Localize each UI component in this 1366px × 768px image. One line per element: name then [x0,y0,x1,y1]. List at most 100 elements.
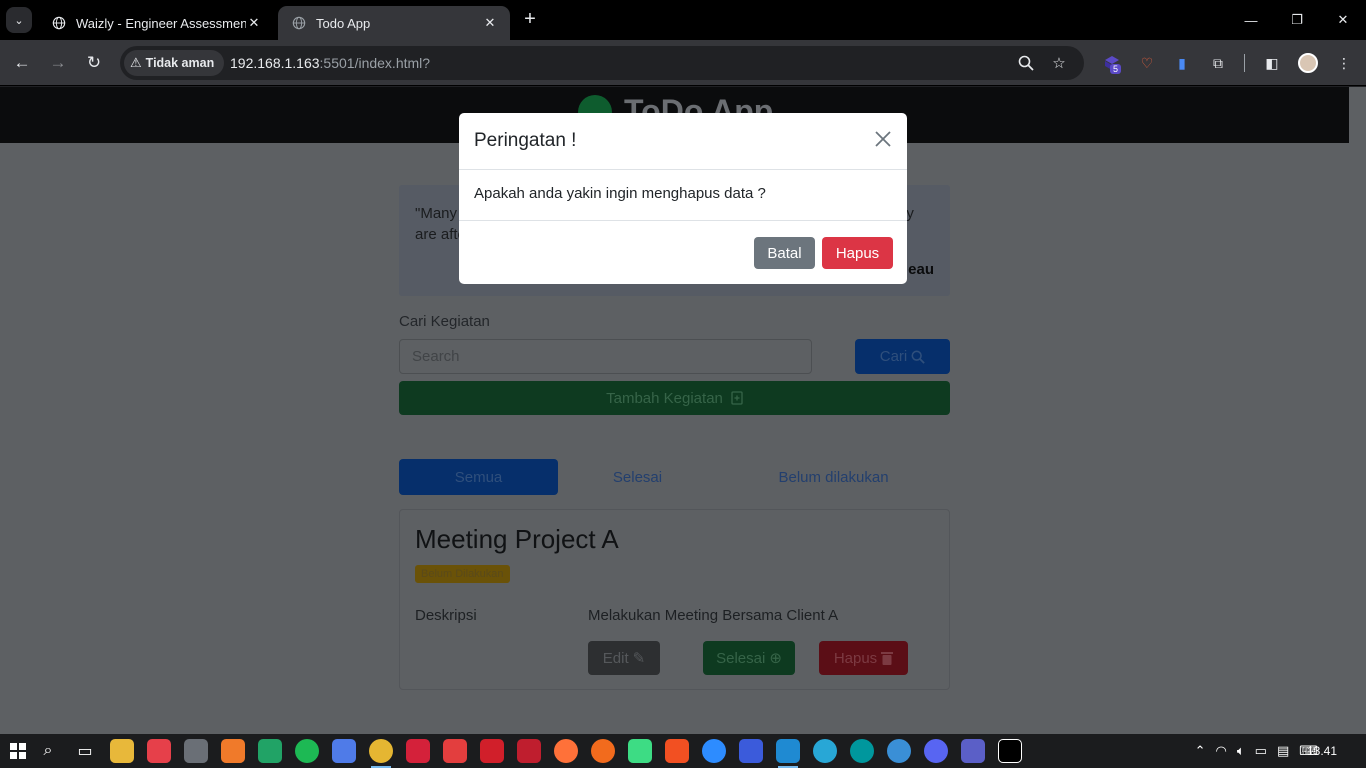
confirm-delete-button[interactable]: Hapus [822,237,893,269]
extension-badge: 5 [1110,64,1122,74]
app-icon[interactable] [591,739,615,763]
battery-icon[interactable]: ▭ [1255,743,1267,759]
app-icon[interactable] [147,739,171,763]
clipboard-extension-icon[interactable]: ▮ [1172,53,1192,73]
zoom-icon[interactable] [702,739,726,763]
file-plus-icon [731,391,743,405]
wifi-icon[interactable]: ◠ [1215,743,1226,759]
close-icon[interactable]: ✕ [482,15,498,31]
app-icon[interactable] [665,739,689,763]
vscode-icon[interactable] [776,739,800,768]
quote-author: eau [908,261,934,278]
todo-card: Meeting Project A Belum Dilakukan Deskri… [399,509,950,690]
filter-tabs: Semua Selesai Belum dilakukan [399,459,950,495]
file-explorer-icon[interactable] [110,739,134,763]
done-label: Selesai [716,649,766,667]
chat-icon[interactable]: ▤ [1277,743,1289,759]
heart-extension-icon[interactable]: ♡ [1137,53,1157,73]
teams-icon[interactable] [961,739,985,763]
arduino-icon[interactable] [850,739,874,763]
bookmark-star-icon[interactable]: ☆ [1050,54,1068,72]
window-close-icon[interactable]: ✕ [1320,0,1366,40]
confirm-delete-modal: Peringatan ! Apakah anda yakin ingin men… [459,113,907,284]
add-activity-button[interactable]: Tambah Kegiatan [399,381,950,415]
todo-title: Meeting Project A [415,524,619,554]
search-icon[interactable]: ⌕ [36,739,60,763]
app-icon[interactable] [184,739,208,763]
url-rest: :5501/index.html? [319,55,431,71]
android-studio-icon[interactable] [628,739,652,763]
app-icon[interactable] [443,739,467,763]
description-value: Melakukan Meeting Bersama Client A [588,607,839,624]
tab-search-chevron-icon[interactable]: ⌄ [6,7,32,33]
back-arrow-icon[interactable]: ← [10,51,34,75]
forward-arrow-icon[interactable]: → [46,51,70,75]
volume-icon[interactable]: 🔈︎ [1237,743,1245,759]
windows-start-icon[interactable] [10,743,26,759]
plus-circle-icon: ⊕ [769,650,782,667]
restore-icon[interactable]: ❐ [1274,0,1320,40]
tab-title: Waizly - Engineer Assessment [76,15,246,31]
spotify-icon[interactable] [295,739,319,763]
discord-icon[interactable] [924,739,948,763]
kebab-menu-icon[interactable]: ⋮ [1334,53,1354,73]
page-scrollbar[interactable] [1349,87,1366,734]
tab-belum-dilakukan[interactable]: Belum dilakukan [717,459,950,495]
intellij-icon[interactable] [998,739,1022,763]
cancel-button[interactable]: Batal [754,237,815,269]
modal-footer: Batal Hapus [459,220,907,284]
description-label: Deskripsi [415,607,477,624]
side-panel-icon[interactable]: ◧ [1262,53,1282,73]
app-icon[interactable] [739,739,763,763]
modal-body: Apakah anda yakin ingin menghapus data ? [474,185,766,202]
chevron-up-icon[interactable]: ⌃ [1195,743,1206,759]
filezilla-icon[interactable] [517,739,541,763]
browser-tab-bar: ⌄ Waizly - Engineer Assessment ✕ Todo Ap… [0,0,1366,40]
spreadsheet-icon[interactable] [258,739,282,763]
app-icon[interactable] [406,739,430,763]
security-label: Tidak aman [145,56,215,70]
app-icon[interactable] [332,739,356,763]
zoom-magnifier-icon[interactable] [1017,54,1035,72]
delete-button[interactable]: Hapus [819,641,908,675]
browser-toolbar: ← → ↻ ⚠ Tidak aman 192.168.1.163:5501/in… [0,40,1366,86]
edit-label: Edit [602,649,629,667]
system-tray: ⌃ ◠ 🔈︎ ▭ ▤ ⌨ [1195,743,1318,759]
tab-semua[interactable]: Semua [399,459,558,495]
clock[interactable]: 13.41 [1307,744,1337,758]
app-icon[interactable] [221,739,245,763]
minimize-icon[interactable]: — [1228,0,1274,40]
tab-todo-app[interactable]: Todo App ✕ [278,6,510,40]
tab-title: Todo App [316,15,371,31]
search-button[interactable]: Cari [855,339,950,374]
search-label: Cari Kegiatan [399,313,490,330]
done-button[interactable]: Selesai ⊕ [703,641,795,675]
url-text[interactable]: 192.168.1.163:5501/index.html? [230,55,430,71]
reload-icon[interactable]: ↻ [82,51,106,75]
url-host: 192.168.1.163 [230,55,320,71]
add-activity-label: Tambah Kegiatan [606,389,723,407]
edit-button[interactable]: Edit ✎ [588,641,660,675]
tab-waizly[interactable]: Waizly - Engineer Assessment ✕ [38,6,274,40]
address-bar[interactable]: ⚠ Tidak aman 192.168.1.163:5501/index.ht… [120,46,1084,80]
search-input[interactable] [399,339,812,374]
globe-icon [292,16,306,30]
app-icon[interactable] [813,739,837,763]
close-icon[interactable] [873,129,893,149]
close-icon[interactable]: ✕ [246,15,262,31]
profile-avatar[interactable] [1298,53,1318,73]
taskbar-apps: ⌕ ▭ [36,739,1022,768]
warning-triangle-icon: ⚠ [130,55,142,70]
windows-taskbar: ⌕ ▭ ⌃ ◠ 🔈︎ ▭ ▤ ⌨ 13.41 [0,734,1366,768]
chrome-icon[interactable] [369,739,393,768]
task-view-icon[interactable]: ▭ [73,739,97,763]
search-button-label: Cari [879,348,908,365]
app-icon[interactable] [887,739,911,763]
security-chip[interactable]: ⚠ Tidak aman [124,50,225,76]
app-icon[interactable] [480,739,504,763]
modal-title: Peringatan ! [474,130,577,151]
tab-selesai[interactable]: Selesai [558,459,717,495]
new-tab-button[interactable]: + [519,9,541,31]
firefox-icon[interactable] [554,739,578,763]
puzzle-extensions-icon[interactable]: ⧉ [1208,53,1228,73]
